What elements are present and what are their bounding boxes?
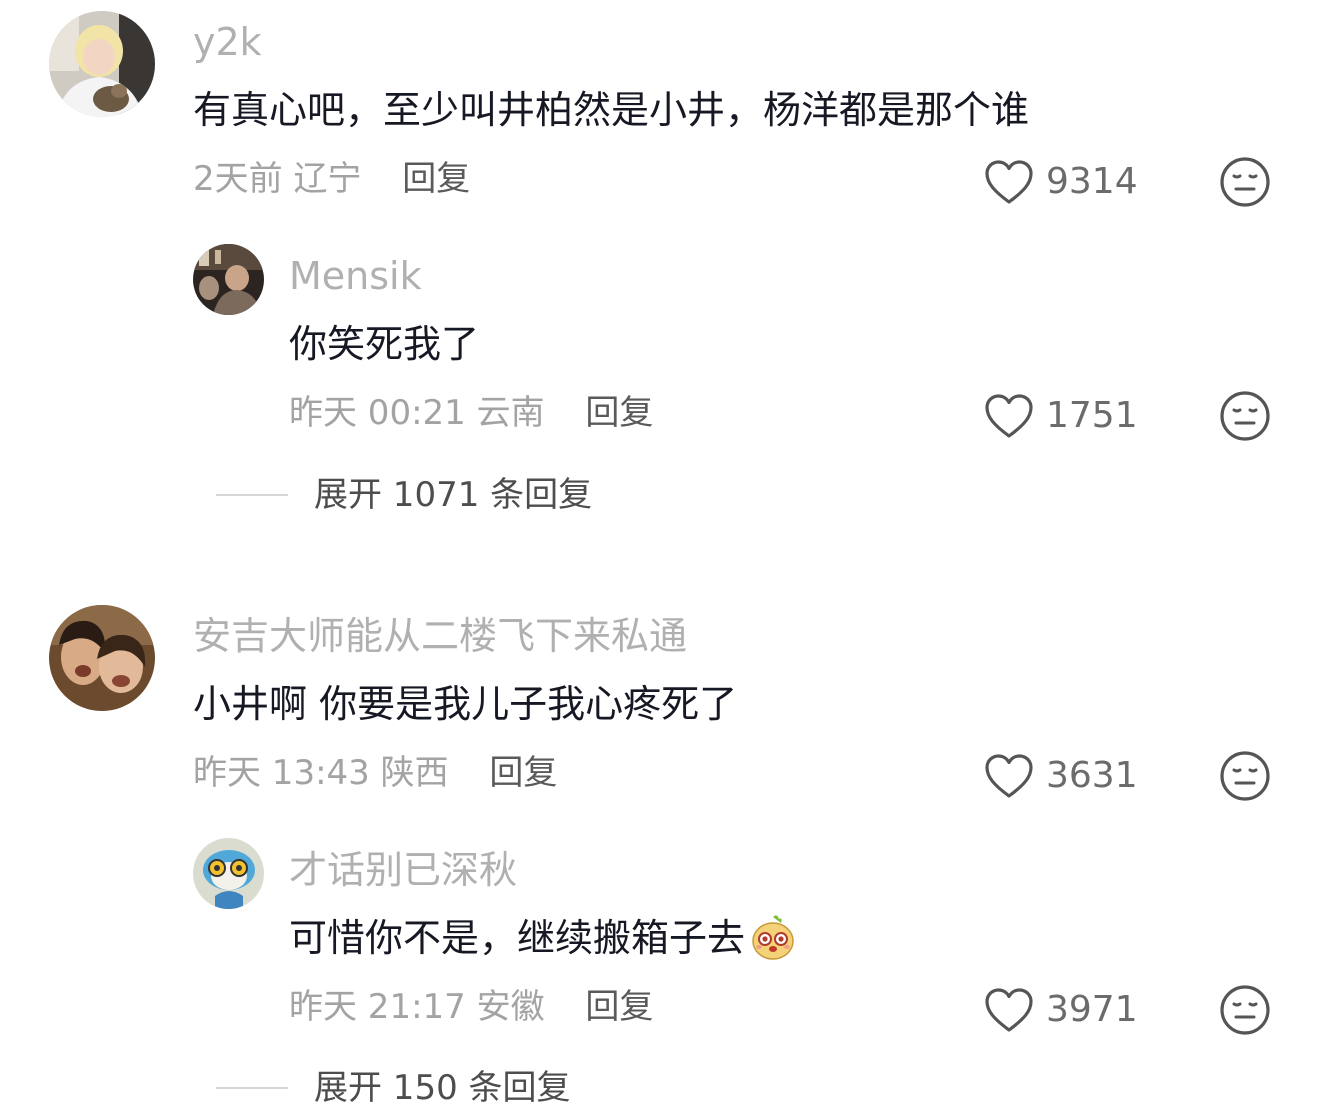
comment-list: y2k 有真心吧，至少叫井柏然是小井，杨洋都是那个谁 2天前 辽宁 回复 931… (0, 0, 1320, 1107)
reply-content: 可惜你不是，继续搬箱子去 (289, 914, 797, 962)
reply-button[interactable]: 回复 (585, 987, 653, 1027)
reply-username[interactable]: 才话别已深秋 (289, 846, 517, 894)
reply-time: 昨天 21:17 (289, 987, 466, 1027)
reply-time: 昨天 00:21 (289, 393, 466, 433)
reply-meta: 昨天 00:21 云南 回复 (289, 391, 653, 435)
expand-replies-button[interactable]: 展开 150 条回复 (216, 1066, 571, 1107)
avatar[interactable] (49, 11, 155, 117)
heart-outline-icon[interactable] (984, 393, 1034, 439)
cute-potato-emoji-icon (752, 914, 794, 960)
like-count: 3971 (1046, 989, 1138, 1030)
reply-meta: 昨天 21:17 安徽 回复 (289, 985, 653, 1029)
heart-outline-icon[interactable] (984, 987, 1034, 1033)
comment-username[interactable]: 安吉大师能从二楼飞下来私通 (193, 612, 687, 660)
divider (216, 1087, 288, 1089)
reply-button[interactable]: 回复 (585, 393, 653, 433)
divider (216, 494, 288, 496)
meh-face-icon[interactable] (1219, 750, 1271, 802)
reply-username[interactable]: Mensik (289, 252, 422, 300)
comment-username[interactable]: y2k (193, 18, 262, 66)
meh-face-icon[interactable] (1219, 390, 1271, 442)
avatar[interactable] (49, 605, 155, 711)
heart-outline-icon[interactable] (984, 753, 1034, 799)
reply-text: 可惜你不是，继续搬箱子去 (289, 916, 746, 960)
reply-text: 你笑死我了 (289, 322, 480, 366)
expand-replies-label: 展开 150 条回复 (314, 1068, 571, 1107)
comment-text: 小井啊 你要是我儿子我心疼死了 (193, 682, 738, 726)
reply-location: 安徽 (476, 987, 545, 1027)
heart-outline-icon[interactable] (984, 159, 1034, 205)
like-count: 9314 (1046, 161, 1138, 202)
comment-location: 陕西 (380, 753, 449, 793)
like-count: 1751 (1046, 395, 1138, 436)
reply-button[interactable]: 回复 (402, 159, 470, 199)
comment-text: 有真心吧，至少叫井柏然是小井，杨洋都是那个谁 (193, 88, 1030, 132)
meh-face-icon[interactable] (1219, 984, 1271, 1036)
comment-meta: 2天前 辽宁 回复 (193, 157, 470, 201)
comment-time: 2天前 (193, 159, 283, 199)
expand-replies-label: 展开 1071 条回复 (314, 475, 593, 515)
comment-meta: 昨天 13:43 陕西 回复 (193, 751, 557, 795)
meh-face-icon[interactable] (1219, 156, 1271, 208)
avatar[interactable] (193, 838, 264, 909)
reply-location: 云南 (476, 393, 545, 433)
expand-replies-button[interactable]: 展开 1071 条回复 (216, 473, 592, 517)
like-count: 3631 (1046, 755, 1138, 796)
reply-button[interactable]: 回复 (489, 753, 557, 793)
avatar[interactable] (193, 244, 264, 315)
comment-time: 昨天 13:43 (193, 753, 370, 793)
comment-location: 辽宁 (293, 159, 362, 199)
